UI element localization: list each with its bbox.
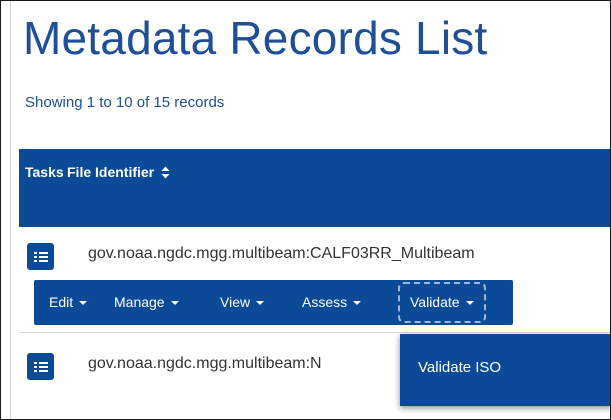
assess-dropdown-button[interactable]: Assess xyxy=(302,280,362,325)
row-divider xyxy=(19,332,610,333)
validate-dropdown-menu: Validate ISO xyxy=(400,334,610,406)
manage-dropdown-button[interactable]: Manage xyxy=(114,280,179,325)
manage-label: Manage xyxy=(114,294,165,310)
assess-label: Assess xyxy=(302,294,348,310)
record-count-text: Showing 1 to 10 of 15 records xyxy=(25,94,225,111)
row-task-button[interactable] xyxy=(27,353,54,380)
edit-label: Edit xyxy=(49,294,74,310)
file-identifier-column-header[interactable]: File Identifier xyxy=(67,164,170,180)
validate-dropdown-button[interactable]: Validate xyxy=(398,282,486,323)
caret-down-icon xyxy=(79,301,88,305)
page-title: Metadata Records List xyxy=(23,12,488,64)
edit-dropdown-button[interactable]: Edit xyxy=(49,280,88,325)
caret-down-icon xyxy=(353,301,362,305)
list-icon xyxy=(33,251,48,262)
view-label: View xyxy=(220,294,251,310)
sort-icon[interactable] xyxy=(161,166,170,179)
table-header: Tasks File Identifier xyxy=(19,149,610,227)
file-identifier-header-label: File Identifier xyxy=(67,164,155,180)
list-icon xyxy=(33,361,48,372)
caret-down-icon xyxy=(465,301,474,305)
record-actions-bar: Edit Manage View Assess Validate xyxy=(34,280,513,325)
tasks-column-header: Tasks xyxy=(25,164,64,180)
validate-iso-menu-item[interactable]: Validate ISO xyxy=(418,359,501,376)
caret-down-icon xyxy=(256,301,265,305)
content-border xyxy=(10,1,11,419)
file-identifier-cell: gov.noaa.ngdc.mgg.multibeam:CALF03RR_Mul… xyxy=(88,245,475,262)
view-dropdown-button[interactable]: View xyxy=(220,280,265,325)
records-page: Metadata Records List Showing 1 to 10 of… xyxy=(0,0,611,420)
row-task-button[interactable] xyxy=(27,243,54,270)
file-identifier-cell: gov.noaa.ngdc.mgg.multibeam:N xyxy=(88,355,322,372)
caret-down-icon xyxy=(170,301,179,305)
validate-label: Validate xyxy=(410,294,460,310)
